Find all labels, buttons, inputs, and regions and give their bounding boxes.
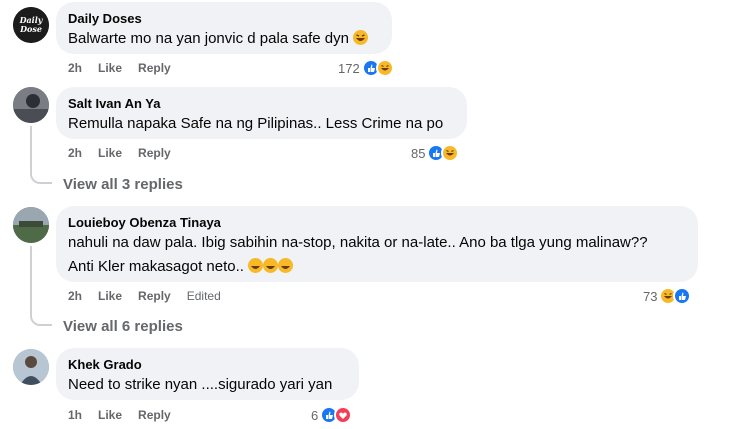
reply-button[interactable]: Reply [138, 289, 171, 303]
comment-bubble: Louieboy Obenza Tinaya nahuli na daw pal… [56, 206, 698, 282]
view-replies-link[interactable]: View all 3 replies [63, 176, 183, 193]
view-replies-link[interactable]: View all 6 replies [63, 318, 183, 335]
like-button[interactable]: Like [98, 289, 122, 303]
comment-text-content: Balwarte mo na yan jonvic d pala safe dy… [68, 30, 349, 47]
comment-bubble: Salt Ivan An Ya Remulla napaka Safe na n… [56, 87, 467, 139]
comment-time[interactable]: 2h [68, 146, 82, 160]
daily-doses-logo-icon: Daily Dose [13, 7, 49, 43]
comment-bubble: Daily Doses Balwarte mo na yan jonvic d … [56, 2, 392, 54]
rolling-laughing-emoji-icon [278, 258, 294, 273]
like-button[interactable]: Like [98, 408, 122, 422]
comment-actions: 2h Like Reply [68, 61, 187, 75]
comment-author[interactable]: Daily Doses [68, 10, 380, 27]
reaction-summary[interactable]: 73 [643, 287, 692, 305]
thread-connector [30, 246, 52, 326]
comment-text: Balwarte mo na yan jonvic d pala safe dy… [68, 29, 380, 49]
thread-connector [30, 126, 52, 184]
haha-reaction-icon [375, 59, 394, 77]
comment-actions: 1h Like Reply [68, 408, 187, 422]
reply-button[interactable]: Reply [138, 408, 171, 422]
reaction-count: 172 [338, 60, 360, 76]
comment-text: Remulla napaka Safe na ng Pilipinas.. Le… [68, 115, 444, 132]
comment-time[interactable]: 2h [68, 289, 82, 303]
reaction-count: 6 [311, 407, 319, 423]
reaction-summary[interactable]: 172 [338, 59, 394, 77]
haha-reaction-icon [441, 144, 460, 162]
reply-button[interactable]: Reply [138, 146, 171, 160]
reaction-count: 73 [643, 288, 658, 304]
comment-author[interactable]: Khek Grado [68, 356, 347, 373]
profile-photo-icon [13, 87, 49, 123]
rolling-laughing-emoji-icon [248, 258, 264, 273]
comment-text-line-1: nahuli na daw pala. Ibig sabihin na-stop… [68, 234, 648, 251]
avatar[interactable] [13, 207, 49, 243]
avatar[interactable] [13, 349, 49, 385]
avatar[interactable] [13, 87, 49, 123]
like-button[interactable]: Like [98, 146, 122, 160]
comment-actions: 2h Like Reply Edited [68, 289, 237, 303]
profile-photo-icon [13, 349, 49, 385]
laughing-emoji-icon [353, 30, 369, 45]
reaction-summary[interactable]: 6 [311, 406, 353, 424]
rolling-laughing-emoji-icon [263, 258, 279, 273]
comment-actions: 2h Like Reply [68, 146, 187, 160]
reaction-summary[interactable]: 85 [411, 144, 460, 162]
comment-author[interactable]: Louieboy Obenza Tinaya [68, 214, 686, 231]
edited-label[interactable]: Edited [187, 289, 221, 303]
reply-button[interactable]: Reply [138, 61, 171, 75]
comment-author[interactable]: Salt Ivan An Ya [68, 95, 455, 112]
like-reaction-icon [673, 287, 692, 305]
comment-time[interactable]: 1h [68, 408, 82, 422]
like-button[interactable]: Like [98, 61, 122, 75]
comment-time[interactable]: 2h [68, 61, 82, 75]
comment-text-content: Anti Kler makasagot neto.. [68, 258, 244, 275]
comment-text-line-2: Anti Kler makasagot neto.. [68, 257, 686, 277]
profile-photo-icon [13, 207, 49, 243]
comment-bubble: Khek Grado Need to strike nyan ....sigur… [56, 348, 359, 400]
svg-text:Dose: Dose [19, 24, 42, 34]
avatar[interactable]: Daily Dose [13, 7, 49, 43]
comment-text: Need to strike nyan ....sigurado yari ya… [68, 376, 333, 393]
reaction-count: 85 [411, 145, 426, 161]
love-reaction-icon [334, 406, 353, 424]
